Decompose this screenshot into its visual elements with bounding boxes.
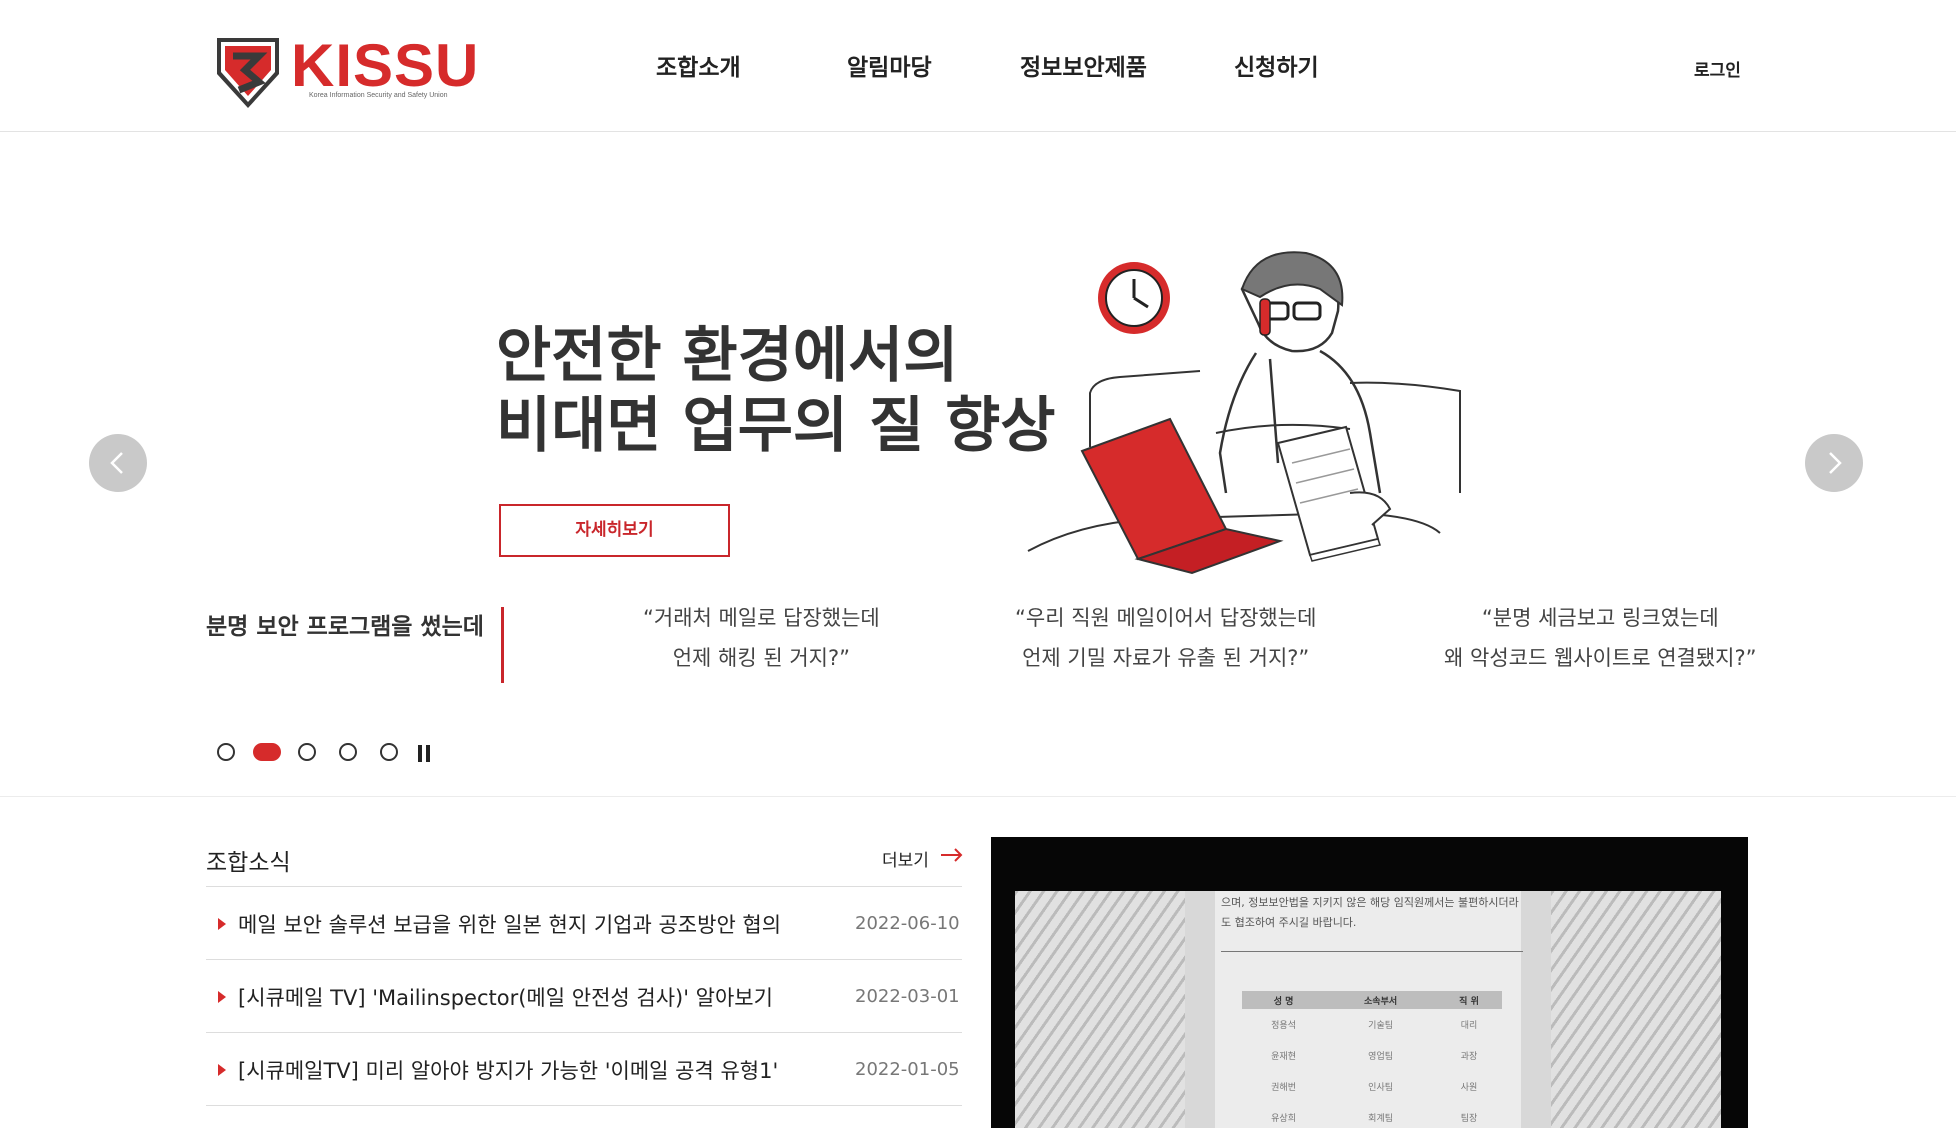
quote-2-line2: 언제 기밀 자료가 유출 된 거지?” [1022,646,1310,670]
shield-logo-icon [217,38,279,108]
bullet-triangle-icon [218,918,226,930]
table-header: 성 명 [1242,991,1326,1009]
news-item-title: [시큐메일TV] 미리 알아야 방지가 가능한 '이메일 공격 유형1' [238,1059,779,1083]
table-header: 직 위 [1436,991,1502,1009]
news-item-date: 2022-06-10 [855,913,960,934]
hero-title-line1: 안전한 환경에서의 [496,321,959,391]
nav-item-apply[interactable]: 신청하기 [1234,48,1319,82]
hero-lead-text: 분명 보안 프로그램을 썼는데 [206,614,484,640]
quote-1-line1: “거래처 메일로 답장했는데 [643,606,880,630]
hero-title-line2: 비대면 업무의 질 향상 [496,391,1056,461]
nav-item-about[interactable]: 조합소개 [656,48,741,82]
chevron-right-icon [1829,452,1842,474]
video-frame-document: 으며, 정보보안법을 지키지 않은 해당 임직원께서는 불편하시더라 도 협조하… [1015,891,1721,1128]
slide-dot-4[interactable] [339,743,357,761]
table-cell: 사원 [1460,1083,1478,1093]
quote-1-line2: 언제 해킹 된 거지?” [672,646,851,670]
quote-1: “거래처 메일로 답장했는데 언제 해킹 된 거지?” [643,598,880,678]
table-cell: 윤재현 [1271,1052,1296,1062]
quote-3-line1: “분명 세금보고 링크였는데 [1481,606,1719,630]
table-row: 유상희 회계팀 팀장 [1242,1102,1502,1128]
table-cell: 정용석 [1271,1021,1296,1031]
news-item[interactable]: 메일 보안 솔루션 보급을 위한 일본 현지 기업과 공조방안 협의 2022-… [206,887,962,960]
table-cell: 과장 [1460,1052,1478,1062]
pause-icon[interactable] [417,745,431,763]
site-header: KISSU Korea Information Security and Saf… [0,0,1956,132]
slide-dot-5[interactable] [380,743,398,761]
table-cell: 대리 [1460,1021,1478,1031]
news-item-date: 2022-01-05 [855,1059,960,1080]
table-header: 소속부서 [1325,991,1437,1009]
table-cell: 권해번 [1271,1083,1296,1093]
table-row: 권해번 인사팀 사원 [1242,1071,1502,1102]
bullet-triangle-icon [218,1064,226,1076]
document-line2: 도 협조하여 주시길 바랍니다. [1221,916,1357,929]
table-cell: 유상희 [1271,1114,1296,1124]
lead-divider [501,607,504,683]
slide-dot-1[interactable] [217,743,235,761]
news-title: 조합소식 [206,850,291,876]
table-row: 윤재현 영업팀 과장 [1242,1040,1502,1071]
table-cell: 회계팀 [1368,1114,1394,1124]
nav-item-products[interactable]: 정보보안제품 [1020,48,1147,82]
hero-slider: 안전한 환경에서의 비대면 업무의 질 향상 자세히보기 분명 보안 프로그램을… [0,133,1956,797]
news-item-title: [시큐메일 TV] 'Mailinspector(메일 안전성 검사)' 알아보… [238,986,773,1010]
document-text: 으며, 정보보안법을 지키지 않은 해당 임직원께서는 불편하시더라 도 협조하… [1221,893,1519,933]
arrow-right-icon[interactable] [940,848,964,862]
prev-slide-button[interactable] [89,434,147,492]
news-item-date: 2022-03-01 [855,986,960,1007]
clock-icon [1098,262,1170,334]
kissu-logo[interactable]: KISSU Korea Information Security and Saf… [215,32,478,112]
hero-title: 안전한 환경에서의 비대면 업무의 질 향상 [496,321,1055,461]
next-slide-button[interactable] [1805,434,1863,492]
slide-dot-3[interactable] [298,743,316,761]
news-item-title: 메일 보안 솔루션 보급을 위한 일본 현지 기업과 공조방안 협의 [238,913,782,937]
table-row: 정용석 기술팀 대리 [1242,1009,1502,1040]
quote-3-line2: 왜 악성코드 웹사이트로 연결됐지?” [1444,646,1757,670]
bullet-triangle-icon [218,991,226,1003]
office-worker-illustration [1027,251,1461,575]
news-item[interactable]: [시큐메일TV] 미리 알아야 방지가 가능한 '이메일 공격 유형1' 202… [206,1033,962,1106]
video-player[interactable]: 으며, 정보보안법을 지키지 않은 해당 임직원께서는 불편하시더라 도 협조하… [991,837,1748,1128]
background-building-left [1015,891,1185,1128]
table-cell: 영업팀 [1368,1052,1394,1062]
document-table: 성 명 소속부서 직 위 정용석 기술팀 대리 윤재현 영업팀 과장 권해번 인… [1242,991,1502,1128]
login-link[interactable]: 로그인 [1694,56,1741,81]
more-link[interactable]: 더보기 [882,846,929,871]
nav-item-notice[interactable]: 알림마당 [847,48,932,82]
table-cell: 인사팀 [1368,1083,1394,1093]
document-rule [1221,951,1523,952]
background-building-right [1551,891,1721,1128]
logo-subtitle: Korea Information Security and Safety Un… [309,92,448,99]
document-line1: 으며, 정보보안법을 지키지 않은 해당 임직원께서는 불편하시더라 [1221,896,1519,909]
detail-button[interactable]: 자세히보기 [499,504,730,557]
quote-2: “우리 직원 메일이어서 답장했는데 언제 기밀 자료가 유출 된 거지?” [1015,598,1316,678]
table-cell: 기술팀 [1368,1021,1394,1031]
quote-3: “분명 세금보고 링크였는데 왜 악성코드 웹사이트로 연결됐지?” [1444,598,1757,678]
quote-2-line1: “우리 직원 메일이어서 답장했는데 [1015,606,1317,630]
slide-dot-2-active[interactable] [253,743,281,761]
logo-text: KISSU [291,32,480,99]
chevron-left-icon [110,452,123,474]
table-cell: 팀장 [1460,1114,1478,1124]
news-item[interactable]: [시큐메일 TV] 'Mailinspector(메일 안전성 검사)' 알아보… [206,960,962,1033]
